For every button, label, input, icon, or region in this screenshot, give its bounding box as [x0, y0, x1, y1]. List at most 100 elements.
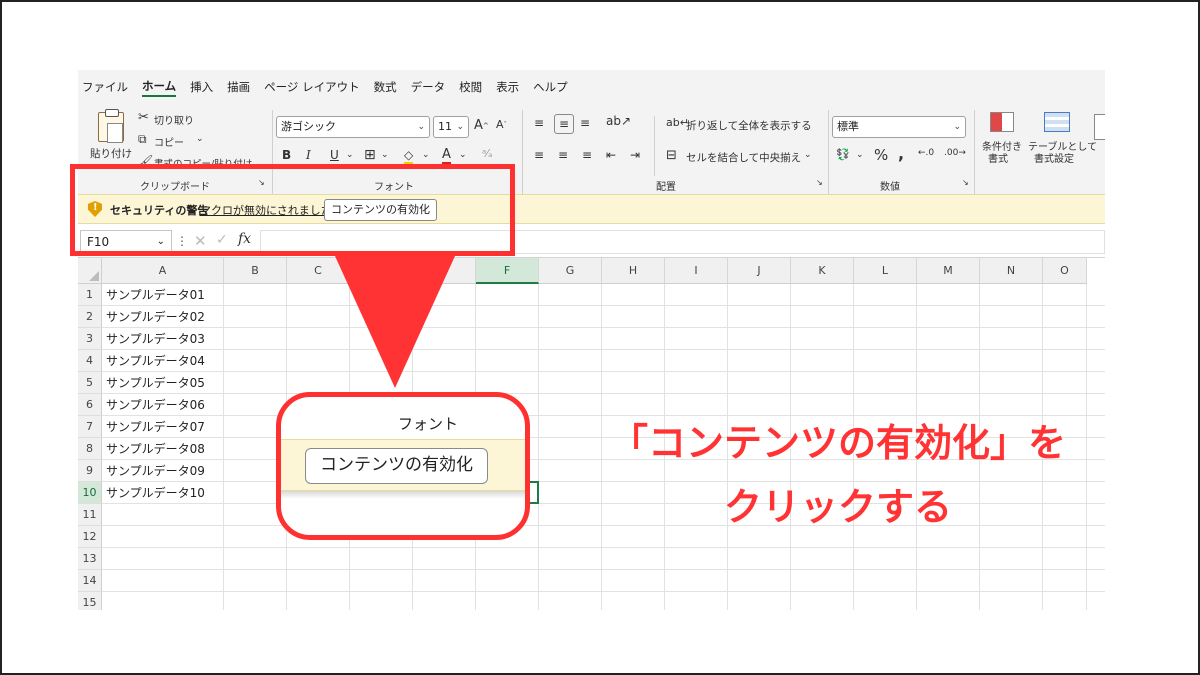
italic-button[interactable]: I: [306, 148, 311, 162]
chevron-down-icon[interactable]: ⌄: [346, 150, 354, 160]
row-header[interactable]: 9: [78, 460, 102, 482]
cell-styles-icon[interactable]: [1094, 114, 1105, 140]
font-size-select[interactable]: 11 ⌄: [433, 116, 469, 138]
cell-a[interactable]: サンプルデータ08: [106, 438, 205, 460]
row-header[interactable]: 6: [78, 394, 102, 416]
comma-button[interactable]: ,: [898, 144, 904, 163]
separator: [828, 110, 829, 194]
menu-file[interactable]: ファイル: [82, 79, 128, 95]
phonetic-icon[interactable]: ᵃ⁄ₐ: [482, 147, 492, 160]
chevron-down-icon[interactable]: ⌄: [856, 150, 864, 160]
menu-draw[interactable]: 描画: [227, 79, 250, 95]
copy-icon[interactable]: ⧉: [138, 132, 147, 147]
column-header[interactable]: H: [602, 258, 665, 284]
borders-icon[interactable]: ⊞: [364, 147, 376, 163]
increase-font-icon[interactable]: A ^: [474, 118, 489, 133]
menu-page-layout[interactable]: ページ レイアウト: [264, 79, 359, 95]
conditional-format-button-line2[interactable]: 書式: [988, 150, 1008, 165]
align-center-icon[interactable]: ≡: [558, 148, 568, 162]
chevron-down-icon[interactable]: ⌄: [381, 150, 389, 160]
menu-review[interactable]: 校閲: [459, 79, 482, 95]
currency-icon[interactable]: 💱: [836, 148, 850, 161]
zoom-font-label: フォント: [398, 415, 459, 433]
cut-button[interactable]: 切り取り: [154, 112, 194, 127]
conditional-format-icon[interactable]: [990, 112, 1014, 132]
align-middle-icon[interactable]: ≡: [554, 114, 574, 134]
row-header[interactable]: 3: [78, 328, 102, 350]
menu-formulas[interactable]: 数式: [374, 79, 397, 95]
merge-center-button[interactable]: セルを結合して中央揃え: [686, 150, 801, 165]
merge-center-icon[interactable]: ⊟: [666, 148, 677, 163]
cell-a[interactable]: サンプルデータ02: [106, 306, 205, 328]
dialog-launcher-icon[interactable]: ↘: [816, 178, 823, 187]
row-header[interactable]: 5: [78, 372, 102, 394]
column-header[interactable]: J: [728, 258, 791, 284]
paste-icon[interactable]: [98, 109, 124, 143]
menu-insert[interactable]: 挿入: [190, 79, 213, 95]
row-header[interactable]: 11: [78, 504, 102, 526]
fill-color-icon[interactable]: ◇: [404, 148, 414, 165]
column-header[interactable]: K: [791, 258, 854, 284]
column-header[interactable]: B: [224, 258, 287, 284]
row-header[interactable]: 4: [78, 350, 102, 372]
increase-decimal-icon[interactable]: ←.0: [918, 148, 934, 158]
cell-a[interactable]: サンプルデータ03: [106, 328, 205, 350]
align-right-icon[interactable]: ≡: [582, 148, 592, 162]
format-as-table-icon[interactable]: [1044, 112, 1070, 132]
decrease-font-icon[interactable]: Aˇ: [496, 118, 507, 131]
row-header[interactable]: 1: [78, 284, 102, 306]
percent-button[interactable]: %: [874, 146, 888, 164]
font-color-icon[interactable]: A: [442, 147, 451, 165]
column-header[interactable]: F: [476, 258, 539, 284]
row-header[interactable]: 15: [78, 592, 102, 610]
chevron-down-icon[interactable]: ⌄: [422, 150, 430, 160]
menu-data[interactable]: データ: [411, 79, 446, 95]
row-header[interactable]: 13: [78, 548, 102, 570]
underline-button[interactable]: U: [330, 148, 339, 162]
column-header[interactable]: M: [917, 258, 980, 284]
paste-button[interactable]: 貼り付け: [90, 146, 132, 161]
menu-home[interactable]: ホーム: [142, 78, 177, 97]
column-header[interactable]: O: [1043, 258, 1087, 284]
decrease-indent-icon[interactable]: ⇤: [606, 148, 616, 162]
row-header[interactable]: 12: [78, 526, 102, 548]
font-name-select[interactable]: 游ゴシック ⌄: [276, 116, 430, 138]
orientation-icon[interactable]: ab↗: [606, 114, 631, 128]
cell-a[interactable]: サンプルデータ09: [106, 460, 205, 482]
copy-dropdown-icon[interactable]: ⌄: [196, 134, 204, 144]
scissors-icon[interactable]: ✂: [138, 110, 149, 125]
dialog-launcher-icon[interactable]: ↘: [962, 178, 969, 187]
menu-view[interactable]: 表示: [496, 79, 519, 95]
column-header[interactable]: N: [980, 258, 1043, 284]
format-table-button-line2[interactable]: 書式設定: [1034, 150, 1074, 165]
zoom-enable-content-button[interactable]: コンテンツの有効化: [305, 448, 488, 484]
align-left-icon[interactable]: ≡: [534, 148, 544, 162]
row-header[interactable]: 10: [78, 482, 102, 504]
row-header[interactable]: 8: [78, 438, 102, 460]
increase-indent-icon[interactable]: ⇥: [630, 148, 640, 162]
column-header[interactable]: I: [665, 258, 728, 284]
cell-a[interactable]: サンプルデータ05: [106, 372, 205, 394]
number-format-select[interactable]: 標準 ⌄: [832, 116, 966, 138]
cell-a[interactable]: サンプルデータ10: [106, 482, 205, 504]
align-top-icon[interactable]: ≡: [534, 116, 544, 130]
cell-a[interactable]: サンプルデータ06: [106, 394, 205, 416]
column-header[interactable]: L: [854, 258, 917, 284]
align-bottom-icon[interactable]: ≡: [580, 116, 590, 130]
column-header[interactable]: G: [539, 258, 602, 284]
menu-help[interactable]: ヘルプ: [533, 79, 568, 95]
copy-button[interactable]: コピー: [154, 134, 184, 149]
row-header[interactable]: 14: [78, 570, 102, 592]
bold-button[interactable]: B: [282, 148, 291, 162]
decrease-decimal-icon[interactable]: .00→: [944, 148, 966, 158]
wrap-text-button[interactable]: 折り返して全体を表示する: [686, 118, 812, 133]
row-header[interactable]: 7: [78, 416, 102, 438]
row-header[interactable]: 2: [78, 306, 102, 328]
chevron-down-icon[interactable]: ⌄: [804, 150, 812, 160]
cell-a[interactable]: サンプルデータ07: [106, 416, 205, 438]
cell-a[interactable]: サンプルデータ04: [106, 350, 205, 372]
column-header[interactable]: A: [102, 258, 224, 284]
chevron-down-icon[interactable]: ⌄: [459, 150, 467, 160]
cell-a[interactable]: サンプルデータ01: [106, 284, 205, 306]
select-all-corner[interactable]: [78, 258, 102, 284]
